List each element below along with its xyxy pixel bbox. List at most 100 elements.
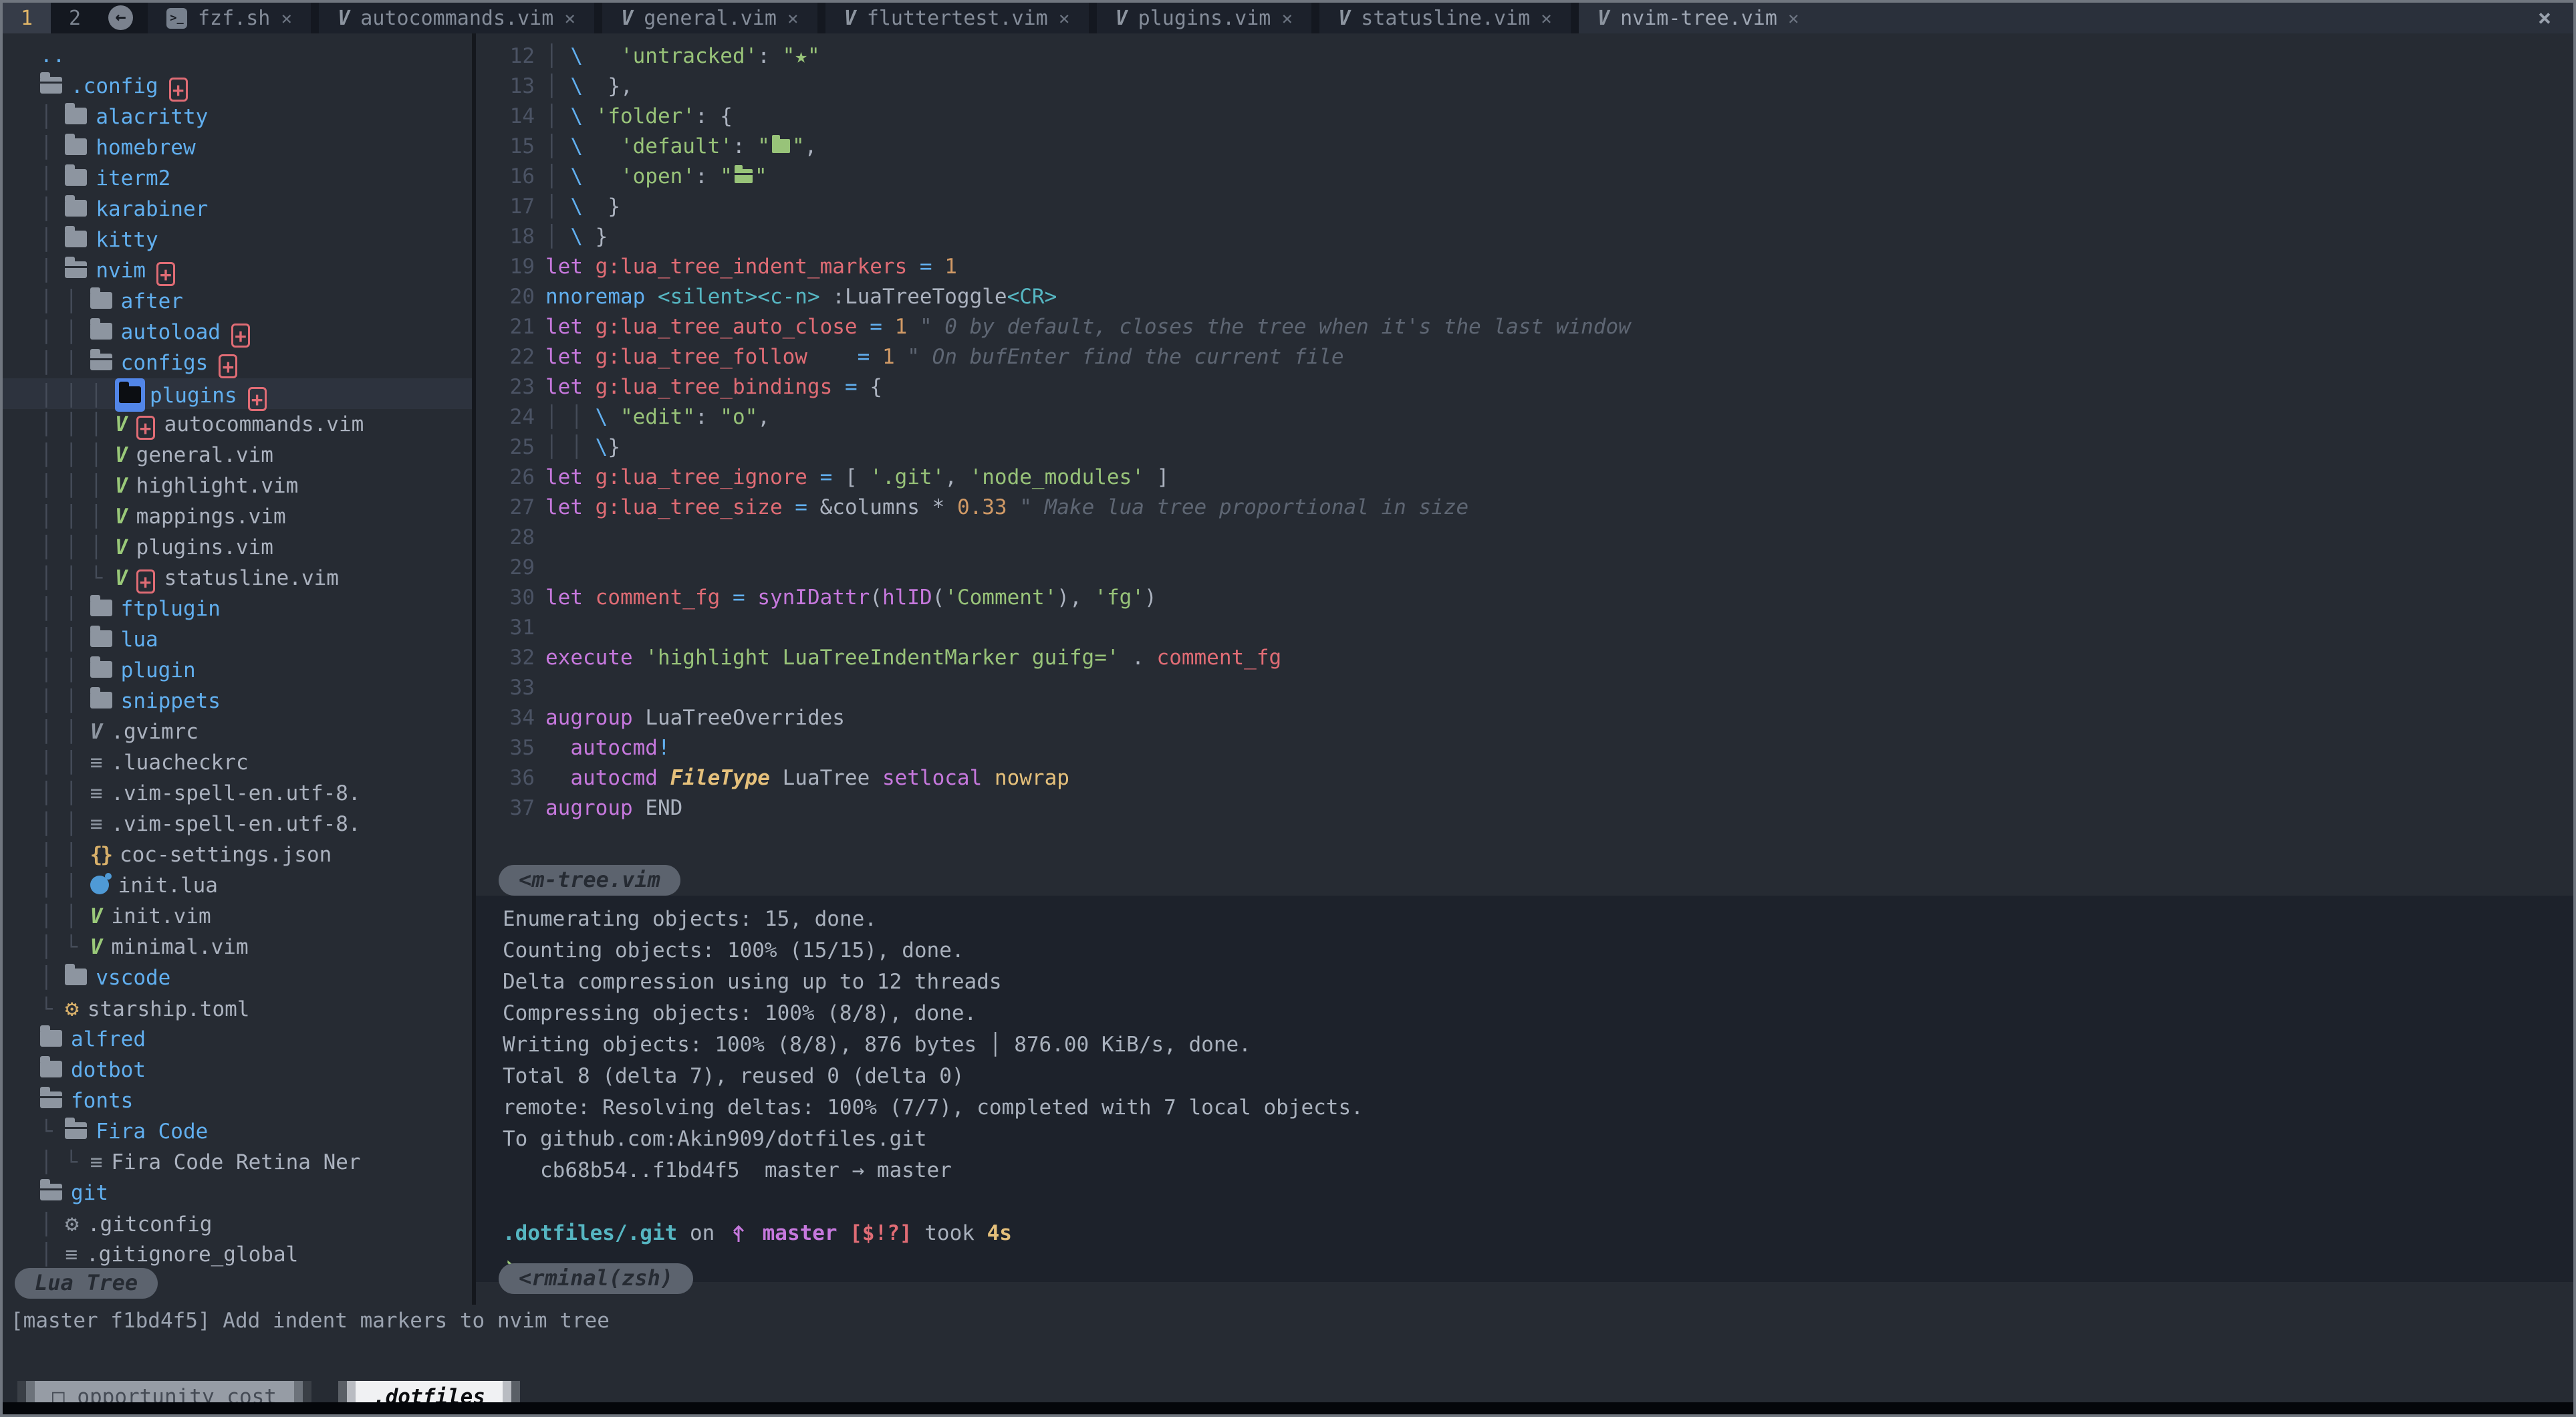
indent-guide: │: [40, 105, 65, 129]
tab-close-icon[interactable]: ×: [281, 7, 292, 29]
tabpage-indicator-2[interactable]: 2: [51, 3, 99, 33]
tab-nvim-tree.vim[interactable]: Vnvim-tree.vim×: [1579, 3, 1818, 33]
tree-item-karabiner[interactable]: │ karabiner: [3, 194, 472, 225]
tab-close-icon[interactable]: ×: [1788, 7, 1799, 29]
tree-item-..[interactable]: ..: [3, 40, 472, 71]
indent-guide: │ │: [40, 904, 90, 928]
code-token: Total 8 (delta 7), reused 0 (delta 0): [503, 1064, 964, 1088]
code-token: 'folder': [596, 104, 695, 128]
code-token: let: [545, 345, 596, 369]
tree-item-alfred[interactable]: alfred: [3, 1024, 472, 1055]
tree-item-lua[interactable]: │ │ lua: [3, 624, 472, 655]
tab-fzf.sh[interactable]: >_fzf.sh×: [148, 3, 311, 33]
tree-item-starship.toml[interactable]: └ ⚙starship.toml: [3, 993, 472, 1024]
tree-item-.vim-spell-en.utf-8.[interactable]: │ │ ≡.vim-spell-en.utf-8.: [3, 778, 472, 809]
line-number: 35: [476, 733, 535, 763]
tab-close-icon[interactable]: ×: [564, 7, 575, 29]
tab-plugins.vim[interactable]: Vplugins.vim×: [1097, 3, 1312, 33]
code-token: }: [583, 225, 608, 249]
tree-item-init.vim[interactable]: │ │ Vinit.vim: [3, 901, 472, 932]
tree-item-minimal.vim[interactable]: │ └ Vminimal.vim: [3, 932, 472, 962]
editor-statusline-pill: <m-tree.vim: [499, 865, 680, 896]
tab-statusline.vim[interactable]: Vstatusline.vim×: [1319, 3, 1571, 33]
code-token: let: [545, 255, 596, 279]
tree-item-iterm2[interactable]: │ iterm2: [3, 163, 472, 194]
code-text: │ \ 'folder': {: [535, 102, 733, 132]
code-token: ": [757, 134, 770, 158]
tree-item-autoload[interactable]: │ │ autoload+: [3, 317, 472, 348]
code-line: 30let comment_fg = synIDattr(hlID('Comme…: [476, 583, 2573, 613]
tree-item-dotbot[interactable]: dotbot: [3, 1055, 472, 1085]
tree-item-.gitignore-global[interactable]: │ ≡.gitignore_global: [3, 1239, 472, 1270]
code-token: (: [932, 586, 945, 610]
line-number: 17: [476, 192, 535, 222]
tab-close-icon[interactable]: ×: [1541, 7, 1552, 29]
tree-item-ftplugin[interactable]: │ │ ftplugin: [3, 594, 472, 624]
tree-item-label: plugins: [150, 384, 237, 408]
tree-item-.config[interactable]: .config+: [3, 71, 472, 102]
editor-buffer[interactable]: 12│ \ 'untracked': "★"13│ \ },14│ \ 'fol…: [476, 33, 2573, 896]
tab-general.vim[interactable]: Vgeneral.vim×: [602, 3, 817, 33]
tree-item-Fira-Code-Retina-Ner[interactable]: │ └ ≡Fira Code Retina Ner: [3, 1147, 472, 1178]
tree-item-statusline.vim[interactable]: │ │ └ V+statusline.vim: [3, 563, 472, 594]
tree-item-vscode[interactable]: │ vscode: [3, 962, 472, 993]
code-token: autocmd: [570, 766, 670, 790]
tree-item-autocommands.vim[interactable]: │ │ │ V+autocommands.vim: [3, 409, 472, 440]
tree-item-git[interactable]: git: [3, 1178, 472, 1208]
tree-item-init.lua[interactable]: │ │ init.lua: [3, 870, 472, 901]
tree-item-snippets[interactable]: │ │ snippets: [3, 686, 472, 717]
code-line: 32execute 'highlight LuaTreeIndentMarker…: [476, 643, 2573, 673]
tree-item-fonts[interactable]: fonts: [3, 1085, 472, 1116]
tree-item-configs[interactable]: │ │ configs+: [3, 348, 472, 378]
code-token: .dotfiles/.git: [503, 1221, 677, 1245]
tree-item-kitty[interactable]: │ kitty: [3, 225, 472, 255]
tree-item-plugins.vim[interactable]: │ │ │ Vplugins.vim: [3, 532, 472, 563]
terminal-icon: >_: [166, 8, 187, 29]
tabpage-indicator-1[interactable]: 1: [3, 3, 51, 33]
tree-item-after[interactable]: │ │ after: [3, 286, 472, 317]
tab-close-icon[interactable]: ×: [1281, 7, 1293, 29]
tree-item-.gitconfig[interactable]: │ ⚙.gitconfig: [3, 1208, 472, 1239]
line-number: 15: [476, 132, 535, 162]
close-all-icon[interactable]: ×: [2516, 3, 2573, 33]
tree-item-nvim[interactable]: │ nvim+: [3, 255, 472, 286]
indent-guide: │: [40, 228, 65, 252]
tree-item-general.vim[interactable]: │ │ │ Vgeneral.vim: [3, 440, 472, 471]
tree-item-label: mappings.vim: [136, 505, 286, 529]
tree-item-plugin[interactable]: │ │ plugin: [3, 655, 472, 686]
code-line: 33: [476, 673, 2573, 703]
code-text: autocmd!: [535, 733, 670, 763]
code-text: autocmd FileType LuaTree setlocal nowrap: [535, 763, 1069, 793]
file-tree-panel: ...config+│ alacritty│ homebrew│ iterm2│…: [3, 33, 472, 1305]
tab-close-icon[interactable]: ×: [787, 7, 799, 29]
tree-item-.gvimrc[interactable]: │ │ V.gvimrc: [3, 717, 472, 747]
code-token: =: [820, 465, 833, 489]
tree-item-.vim-spell-en.utf-8.[interactable]: │ │ ≡.vim-spell-en.utf-8.: [3, 809, 472, 840]
folder-icon: [65, 169, 87, 186]
terminal-pane[interactable]: Enumerating objects: 15, done.Counting o…: [476, 896, 2573, 1282]
tree-item-.luacheckrc[interactable]: │ │ ≡.luacheckrc: [3, 747, 472, 778]
indent-guide: │ │ │: [40, 535, 115, 559]
vim-icon: V: [338, 7, 350, 30]
terminal-line: cb68b54..f1bd4f5 master → master: [503, 1155, 2573, 1186]
tree-item-highlight.vim[interactable]: │ │ │ Vhighlight.vim: [3, 471, 472, 501]
tree-item-coc-settings.json[interactable]: │ │ {}coc-settings.json: [3, 840, 472, 870]
tabpage-indicators: 12: [3, 3, 99, 33]
code-token: [$!?]: [838, 1221, 912, 1245]
tree-item-alacritty[interactable]: │ alacritty: [3, 102, 472, 132]
code-text: [535, 553, 545, 583]
tree-item-mappings.vim[interactable]: │ │ │ Vmappings.vim: [3, 501, 472, 532]
tab-label: nvim-tree.vim: [1620, 7, 1777, 30]
code-token: │: [545, 44, 570, 68]
terminal-line: Total 8 (delta 7), reused 0 (delta 0): [503, 1061, 2573, 1092]
tab-close-icon[interactable]: ×: [1059, 7, 1070, 29]
code-token: "edit": [620, 405, 695, 429]
tree-item-plugins[interactable]: │ │ │ plugins+: [3, 378, 472, 409]
tab-fluttertest.vim[interactable]: Vfluttertest.vim×: [825, 3, 1089, 33]
code-token: [545, 736, 570, 760]
tree-item-homebrew[interactable]: │ homebrew: [3, 132, 472, 163]
back-arrow-icon[interactable]: ←: [108, 5, 133, 30]
code-token: let: [545, 315, 596, 339]
tree-item-Fira-Code[interactable]: └ Fira Code: [3, 1116, 472, 1147]
tab-autocommands.vim[interactable]: Vautocommands.vim×: [319, 3, 594, 33]
